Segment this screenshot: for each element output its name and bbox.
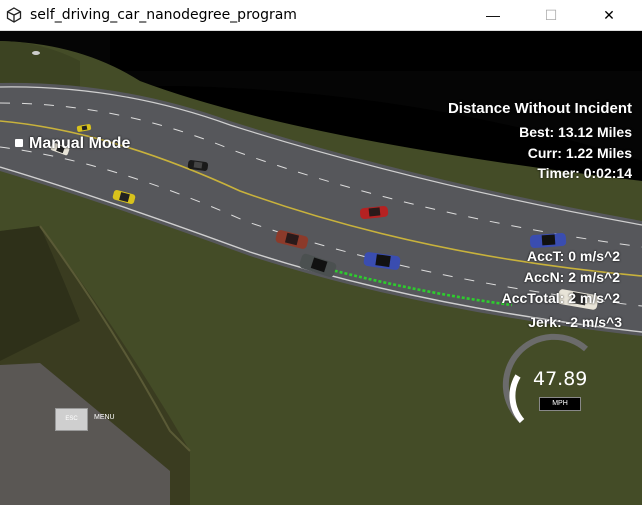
- simulator-window: self_driving_car_nanodegree_program — ☐ …: [0, 0, 642, 505]
- close-button[interactable]: ✕: [586, 0, 632, 30]
- window-title: self_driving_car_nanodegree_program: [30, 7, 297, 23]
- distance-title: Distance Without Incident: [447, 100, 632, 117]
- title-bar: self_driving_car_nanodegree_program — ☐ …: [0, 0, 642, 31]
- simulator-viewport[interactable]: Manual Mode Distance Without Incident Be…: [0, 31, 642, 505]
- current-distance: Curr: 1.22 Miles: [527, 145, 632, 161]
- acc-tangential: AccT: 0 m/s^2: [527, 248, 620, 264]
- maximize-button[interactable]: ☐: [528, 0, 574, 30]
- best-distance: Best: 13.12 Miles: [519, 124, 632, 140]
- acc-normal: AccN: 2 m/s^2: [523, 269, 620, 285]
- speed-unit: MPH: [539, 397, 581, 411]
- minimize-button[interactable]: —: [470, 0, 516, 30]
- esc-button[interactable]: ESC: [55, 408, 88, 431]
- menu-label: MENU: [94, 414, 115, 421]
- car-blue-1: [529, 233, 567, 248]
- unity-logo-icon: [6, 7, 22, 23]
- car-far: [32, 51, 40, 55]
- timer: Timer: 0:02:14: [537, 165, 632, 181]
- jerk: Jerk: -2 m/s^3: [528, 314, 622, 330]
- manual-mode-toggle[interactable]: [15, 139, 23, 147]
- manual-mode-label[interactable]: Manual Mode: [29, 135, 130, 153]
- speed-value: 47.89: [533, 368, 588, 390]
- acc-total: AccTotal: 2 m/s^2: [501, 290, 620, 306]
